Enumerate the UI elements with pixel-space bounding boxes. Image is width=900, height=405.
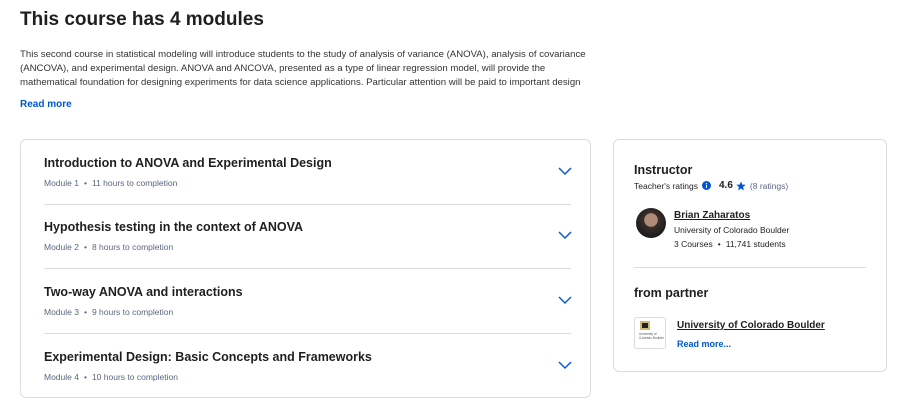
module-title: Experimental Design: Basic Concepts and …: [44, 350, 372, 364]
module-meta: Module 1 • 11 hours to completion: [44, 178, 177, 188]
module-meta: Module 4 • 10 hours to completion: [44, 372, 178, 382]
rating-score: 4.6: [719, 180, 733, 191]
separator-dot: •: [717, 239, 721, 249]
course-description: This second course in statistical modeli…: [20, 49, 586, 88]
module-item-1[interactable]: Introduction to ANOVA and Experimental D…: [44, 140, 573, 205]
instructor-heading: Instructor: [634, 163, 693, 177]
chevron-down-icon[interactable]: [557, 228, 573, 242]
module-number: Module 2: [44, 242, 79, 252]
separator-dot: •: [83, 178, 87, 188]
module-title: Two-way ANOVA and interactions: [44, 285, 243, 299]
star-icon: [736, 180, 746, 190]
info-icon[interactable]: [702, 181, 711, 190]
instructor-stats: 3 Courses • 11,741 students: [674, 239, 786, 249]
module-duration: 9 hours to completion: [91, 307, 174, 317]
read-more-link[interactable]: Read more: [20, 99, 72, 110]
separator-dot: •: [83, 242, 87, 252]
chevron-down-icon[interactable]: [557, 358, 573, 372]
module-duration: 11 hours to completion: [91, 178, 178, 188]
partner-logo-text: University of Colorado Boulder: [639, 332, 664, 340]
avatar: [636, 208, 666, 238]
separator-dot: •: [83, 372, 87, 382]
partner-heading: from partner: [634, 286, 709, 300]
module-title: Introduction to ANOVA and Experimental D…: [44, 156, 332, 170]
teacher-ratings: Teacher's ratings 4.6 (8 ratings): [634, 180, 788, 191]
partner-name-link[interactable]: University of Colorado Boulder: [677, 320, 825, 331]
modules-list: Introduction to ANOVA and Experimental D…: [20, 139, 591, 398]
instructor-sidebar: Instructor Teacher's ratings 4.6 (8 rati…: [613, 139, 887, 372]
instructor-organization: University of Colorado Boulder: [674, 225, 790, 235]
modules-heading: This course has 4 modules: [20, 9, 264, 30]
ratings-label: Teacher's ratings: [634, 180, 698, 191]
instructor-name-link[interactable]: Brian Zaharatos: [674, 210, 750, 221]
chevron-down-icon[interactable]: [557, 293, 573, 307]
module-meta: Module 2 • 8 hours to completion: [44, 242, 173, 252]
partner-logo: University of Colorado Boulder: [634, 317, 666, 349]
module-number: Module 4: [44, 372, 79, 382]
separator-dot: •: [83, 307, 87, 317]
module-number: Module 1: [44, 178, 79, 188]
instructor-courses: 3 Courses: [674, 239, 713, 249]
sidebar-divider: [634, 267, 866, 268]
partner-read-more-link[interactable]: Read more...: [677, 339, 731, 349]
module-meta: Module 3 • 9 hours to completion: [44, 307, 173, 317]
module-duration: 8 hours to completion: [91, 242, 174, 252]
cu-logo-glyph-icon: [640, 321, 650, 330]
module-duration: 10 hours to completion: [91, 372, 178, 382]
module-item-4[interactable]: Experimental Design: Basic Concepts and …: [44, 334, 573, 399]
module-number: Module 3: [44, 307, 79, 317]
module-title: Hypothesis testing in the context of ANO…: [44, 220, 304, 234]
module-item-2[interactable]: Hypothesis testing in the context of ANO…: [44, 204, 573, 269]
rating-count: (8 ratings): [749, 180, 789, 191]
instructor-students: 11,741 students: [725, 239, 786, 249]
module-item-3[interactable]: Two-way ANOVA and interactions Module 3 •…: [44, 269, 573, 334]
chevron-down-icon[interactable]: [557, 164, 573, 178]
